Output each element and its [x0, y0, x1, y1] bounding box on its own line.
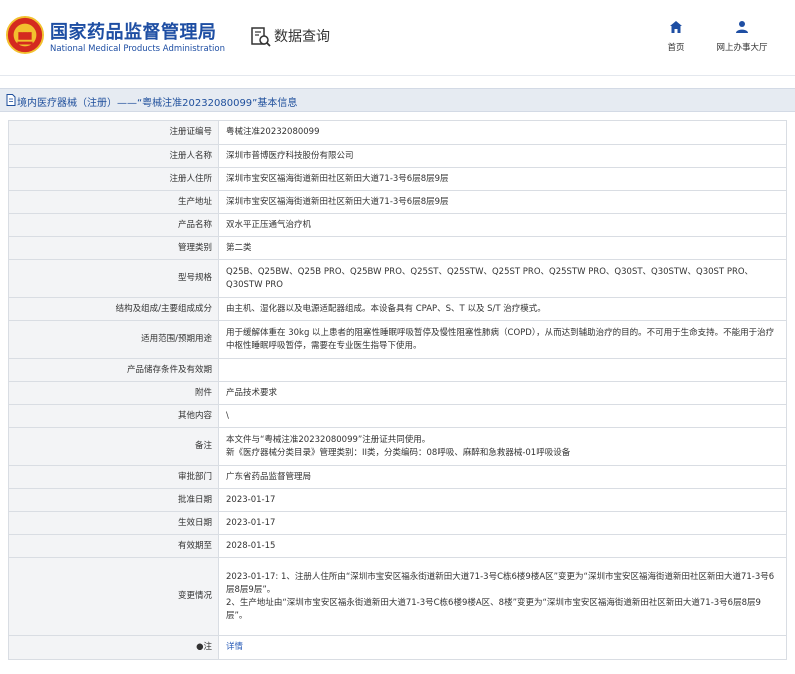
row-label: 附件 [8, 381, 219, 405]
table-row: 变更情况 2023-01-17: 1、注册人住所由“深圳市宝安区福永街道新田大道… [8, 557, 787, 636]
row-value: 2023-01-17 [218, 511, 787, 535]
table-row: 注册人名称 深圳市普博医疗科技股份有限公司 [8, 144, 787, 168]
table-row: 批准日期 2023-01-17 [8, 488, 787, 512]
row-value: 深圳市宝安区福海街道新田社区新田大道71-3号6层8层9层 [218, 167, 787, 191]
user-icon [736, 21, 748, 33]
row-label: 批准日期 [8, 488, 219, 512]
row-label: 结构及组成/主要组成成分 [8, 297, 219, 321]
row-value: 2028-01-15 [218, 534, 787, 558]
row-label: 备注 [8, 427, 219, 466]
site-header: 国家药品监督管理局 National Medical Products Admi… [0, 0, 795, 76]
document-icon [6, 94, 16, 106]
table-row: 附件 产品技术要求 [8, 381, 787, 405]
row-value: 双水平正压通气治疗机 [218, 213, 787, 237]
site-title-en: National Medical Products Administration [50, 44, 225, 54]
table-row: 有效期至 2028-01-15 [8, 534, 787, 558]
site-title-cn[interactable]: 国家药品监督管理局 [50, 18, 217, 44]
detail-link[interactable]: 详情 [226, 642, 243, 652]
row-value: 2023-01-17: 1、注册人住所由“深圳市宝安区福永街道新田大道71-3号… [218, 557, 787, 636]
table-row: 适用范围/预期用途 用于缓解体重在 30kg 以上患者的阻塞性睡眠呼吸暂停及慢性… [8, 320, 787, 359]
national-emblem-icon[interactable] [6, 16, 44, 54]
table-row: 审批部门 广东省药品监督管理局 [8, 465, 787, 489]
row-label: 注册人住所 [8, 167, 219, 191]
data-query-title: 数据查询 [274, 29, 330, 45]
page-title: 境内医疗器械（注册）——“粤械注准20232080099”基本信息 [17, 98, 298, 109]
row-label: 有效期至 [8, 534, 219, 558]
row-value: \ [218, 404, 787, 428]
table-row: 结构及组成/主要组成成分 由主机、湿化器以及电源适配器组成。本设备具有 CPAP… [8, 297, 787, 321]
row-value: 2023-01-17 [218, 488, 787, 512]
row-value: 产品技术要求 [218, 381, 787, 405]
row-value: 详情 [218, 635, 787, 660]
table-row: 产品名称 双水平正压通气治疗机 [8, 213, 787, 237]
row-label: 其他内容 [8, 404, 219, 428]
row-label: ●注 [8, 635, 219, 660]
table-row: 其他内容 \ [8, 404, 787, 428]
nav-online-office-label: 网上办事大厅 [716, 43, 768, 53]
row-label: 产品储存条件及有效期 [8, 358, 219, 382]
row-label: 产品名称 [8, 213, 219, 237]
row-label: 管理类别 [8, 236, 219, 260]
row-value: 第二类 [218, 236, 787, 260]
table-row: 注册证编号 粤械注准20232080099 [8, 120, 787, 145]
table-row: 型号规格 Q25B、Q25BW、Q25B PRO、Q25BW PRO、Q25ST… [8, 259, 787, 298]
table-row: 生效日期 2023-01-17 [8, 511, 787, 535]
nav-online-office[interactable]: 网上办事大厅 [706, 20, 778, 53]
row-label: 注册证编号 [8, 120, 219, 145]
row-value: 粤械注准20232080099 [218, 120, 787, 145]
row-label: 变更情况 [8, 557, 219, 636]
row-label: 生效日期 [8, 511, 219, 535]
row-value: 本文件与“粤械注准20232080099”注册证共同使用。 新《医疗器械分类目录… [218, 427, 787, 466]
row-label: 注册人名称 [8, 144, 219, 168]
table-row: 注册人住所 深圳市宝安区福海街道新田社区新田大道71-3号6层8层9层 [8, 167, 787, 191]
row-value: 由主机、湿化器以及电源适配器组成。本设备具有 CPAP、S、T 以及 S/T 治… [218, 297, 787, 321]
table-row: 备注 本文件与“粤械注准20232080099”注册证共同使用。 新《医疗器械分… [8, 427, 787, 466]
row-value [218, 358, 787, 382]
row-label: 型号规格 [8, 259, 219, 298]
table-row: 管理类别 第二类 [8, 236, 787, 260]
registration-info-table: 注册证编号 粤械注准20232080099 注册人名称 深圳市普博医疗科技股份有… [8, 120, 787, 660]
row-value: 广东省药品监督管理局 [218, 465, 787, 489]
home-icon [670, 21, 682, 33]
row-label: 生产地址 [8, 190, 219, 214]
nav-home-label: 首页 [667, 43, 685, 53]
row-label: 适用范围/预期用途 [8, 320, 219, 359]
row-value: 深圳市普博医疗科技股份有限公司 [218, 144, 787, 168]
row-value: Q25B、Q25BW、Q25B PRO、Q25BW PRO、Q25ST、Q25S… [218, 259, 787, 298]
table-row: 产品储存条件及有效期 [8, 358, 787, 382]
table-row: 生产地址 深圳市宝安区福海街道新田社区新田大道71-3号6层8层9层 [8, 190, 787, 214]
detail-title-bar: 境内医疗器械（注册）——“粤械注准20232080099”基本信息 [0, 88, 795, 112]
row-value: 用于缓解体重在 30kg 以上患者的阻塞性睡眠呼吸暂停及慢性阻塞性肺病（COPD… [218, 320, 787, 359]
data-query-icon [251, 27, 271, 47]
table-row: ●注 详情 [8, 635, 787, 660]
nav-home[interactable]: 首页 [646, 20, 706, 53]
row-label: 审批部门 [8, 465, 219, 489]
row-value: 深圳市宝安区福海街道新田社区新田大道71-3号6层8层9层 [218, 190, 787, 214]
